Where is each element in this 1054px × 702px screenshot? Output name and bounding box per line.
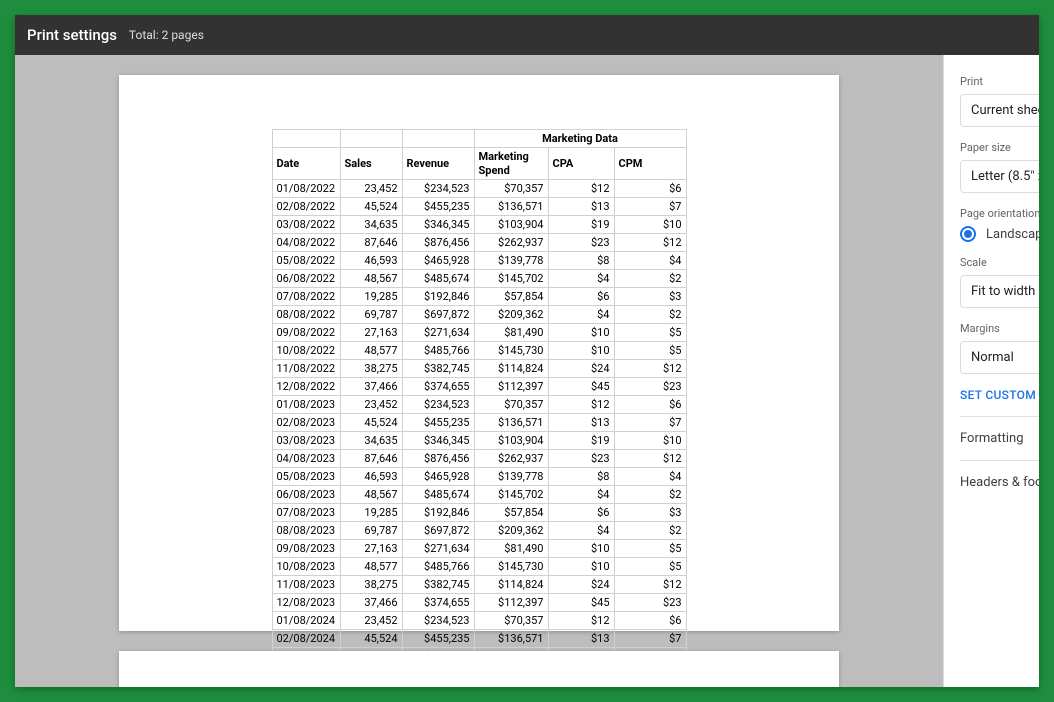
table-row: 09/08/202227,163$271,634$81,490$10$5: [272, 324, 686, 342]
paper-size-select[interactable]: Letter (8.5" x 11"): [960, 160, 1039, 193]
scale-label: Scale: [960, 256, 1039, 269]
margins-label: Margins: [960, 322, 1039, 335]
table-row: 10/08/202248,577$485,766$145,730$10$5: [272, 342, 686, 360]
table-row: 02/08/202345,524$455,235$136,571$13$7: [272, 414, 686, 432]
table-row: 03/08/202234,635$346,345$103,904$19$10: [272, 216, 686, 234]
headers-footers-section[interactable]: Headers & footers: [960, 460, 1039, 504]
table-row: 12/08/202237,466$374,655$112,397$45$23: [272, 378, 686, 396]
header-bar: Print settings Total: 2 pages: [15, 15, 1039, 55]
print-preview-area[interactable]: Marketing Data DateSalesRevenueMarketing …: [15, 55, 943, 687]
custom-page-breaks-link[interactable]: SET CUSTOM PAGE BREAKS: [960, 388, 1039, 402]
print-settings-window: Print settings Total: 2 pages Marketing …: [15, 15, 1039, 687]
page-count: Total: 2 pages: [129, 28, 204, 42]
table-row: 04/08/202287,646$876,456$262,937$23$12: [272, 234, 686, 252]
print-label: Print: [960, 75, 1039, 88]
table-row: 08/08/202269,787$697,872$209,362$4$2: [272, 306, 686, 324]
column-header: Revenue: [402, 148, 474, 180]
column-header: CPM: [614, 148, 686, 180]
table-row: 01/08/202223,452$234,523$70,357$12$6: [272, 180, 686, 198]
column-header: Marketing Spend: [474, 148, 548, 180]
column-header: Date: [272, 148, 340, 180]
column-header: CPA: [548, 148, 614, 180]
orientation-landscape-radio[interactable]: Landscape: [960, 226, 1039, 242]
page-title: Print settings: [27, 26, 117, 44]
orientation-label: Page orientation: [960, 207, 1039, 220]
preview-page-1: Marketing Data DateSalesRevenueMarketing …: [119, 75, 839, 631]
orientation-value: Landscape: [986, 227, 1039, 242]
body: Marketing Data DateSalesRevenueMarketing …: [15, 55, 1039, 687]
print-select[interactable]: Current sheet: [960, 94, 1039, 127]
table-row: 02/08/202245,524$455,235$136,571$13$7: [272, 198, 686, 216]
table-row: 04/08/202387,646$876,456$262,937$23$12: [272, 450, 686, 468]
margins-select[interactable]: Normal: [960, 341, 1039, 374]
table-row: 06/08/202348,567$485,674$145,702$4$2: [272, 486, 686, 504]
table-row: 07/08/202319,285$192,846$57,854$6$3: [272, 504, 686, 522]
table-row: 06/08/202248,567$485,674$145,702$4$2: [272, 270, 686, 288]
preview-page-2: [119, 651, 839, 687]
table-row: 01/08/202423,452$234,523$70,357$12$6: [272, 612, 686, 630]
table-row: 12/08/202337,466$374,655$112,397$45$23: [272, 594, 686, 612]
group-header: Marketing Data: [474, 130, 686, 148]
data-table: Marketing Data DateSalesRevenueMarketing …: [272, 129, 687, 687]
radio-selected-icon: [960, 226, 976, 242]
table-row: 11/08/202238,275$382,745$114,824$24$12: [272, 360, 686, 378]
table-row: 10/08/202348,577$485,766$145,730$10$5: [272, 558, 686, 576]
table-row: 08/08/202369,787$697,872$209,362$4$2: [272, 522, 686, 540]
table-row: 05/08/202246,593$465,928$139,778$8$4: [272, 252, 686, 270]
table-row: 03/08/202334,635$346,345$103,904$19$10: [272, 432, 686, 450]
settings-sidebar: Print Current sheet Paper size Letter (8…: [943, 55, 1039, 687]
table-row: 02/08/202445,524$455,235$136,571$13$7: [272, 630, 686, 648]
table-row: 01/08/202323,452$234,523$70,357$12$6: [272, 396, 686, 414]
table-row: 07/08/202219,285$192,846$57,854$6$3: [272, 288, 686, 306]
column-header: Sales: [340, 148, 402, 180]
formatting-section[interactable]: Formatting: [960, 416, 1039, 460]
scale-select[interactable]: Fit to width: [960, 275, 1039, 308]
table-row: 11/08/202338,275$382,745$114,824$24$12: [272, 576, 686, 594]
table-row: 05/08/202346,593$465,928$139,778$8$4: [272, 468, 686, 486]
paper-size-label: Paper size: [960, 141, 1039, 154]
table-row: 09/08/202327,163$271,634$81,490$10$5: [272, 540, 686, 558]
